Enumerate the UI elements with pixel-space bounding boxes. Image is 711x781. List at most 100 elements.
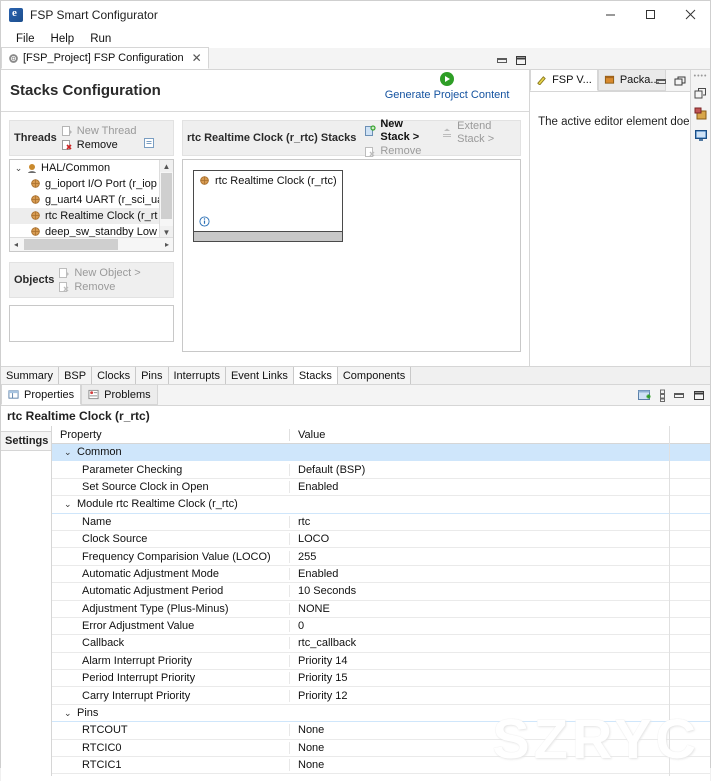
table-row[interactable]: ⌄ Module rtc Realtime Clock (r_rtc) (52, 496, 710, 513)
minimize-icon[interactable] (496, 55, 508, 66)
tree-horizontal-scrollbar[interactable]: ◂ ▸ (10, 237, 173, 251)
objects-list[interactable] (9, 305, 174, 342)
table-row[interactable]: Clock Source LOCO (52, 531, 710, 548)
tree-item-hal-common[interactable]: ⌄ HAL/Common (10, 160, 160, 176)
property-value[interactable]: None (289, 742, 710, 754)
table-row[interactable]: Parameter Checking Default (BSP) (52, 461, 710, 478)
menu-run[interactable]: Run (82, 31, 119, 47)
property-value[interactable]: Default (BSP) (289, 464, 710, 476)
remove-object-button[interactable]: Remove (58, 281, 140, 294)
new-object-button[interactable]: New Object > (58, 267, 140, 280)
view-menu-icon[interactable] (660, 389, 665, 402)
table-row[interactable]: Set Source Clock in Open Enabled (52, 479, 710, 496)
property-value[interactable]: rtc_callback (289, 637, 710, 649)
scroll-left-icon[interactable]: ◂ (10, 238, 22, 250)
menu-help[interactable]: Help (43, 31, 83, 47)
minimize-button[interactable] (590, 1, 630, 28)
extend-stack-button[interactable]: Extend Stack > (441, 120, 516, 146)
minimize-icon[interactable] (655, 76, 667, 87)
table-row[interactable]: ⌄ Common (52, 444, 710, 461)
restore-icon[interactable] (694, 87, 707, 100)
maximize-icon[interactable] (693, 390, 705, 401)
property-value[interactable]: rtc (289, 516, 710, 528)
tab-summary[interactable]: Summary (1, 367, 59, 384)
table-row[interactable]: Callback rtc_callback (52, 635, 710, 652)
property-value[interactable]: Priority 14 (289, 655, 710, 667)
property-value[interactable]: 0 (289, 620, 710, 632)
tree-vertical-scrollbar[interactable]: ▲ ▼ (159, 160, 173, 238)
info-icon[interactable] (199, 216, 210, 227)
scroll-thumb[interactable] (161, 173, 172, 219)
remove-stack-button[interactable]: Remove (364, 145, 431, 158)
property-value[interactable]: Priority 15 (289, 672, 710, 684)
tree-item-g-ioport[interactable]: g_ioport I/O Port (r_iop (10, 176, 160, 192)
table-row[interactable]: Frequency Comparision Value (LOCO) 255 (52, 548, 710, 565)
table-row[interactable]: Adjustment Type (Plus-Minus) NONE (52, 601, 710, 618)
view-drag-handle[interactable]: •••• (694, 73, 708, 80)
new-stack-button[interactable]: New Stack > (364, 118, 431, 144)
table-row[interactable]: Alarm Interrupt Priority Priority 14 (52, 653, 710, 670)
tree-item-deep-sw-standby[interactable]: deep_sw_standby Low (10, 224, 160, 238)
new-thread-button[interactable]: New Thread (61, 125, 137, 138)
table-row[interactable]: Error Adjustment Value 0 (52, 618, 710, 635)
table-end-column (669, 426, 710, 776)
chevron-down-icon[interactable]: ⌄ (14, 163, 23, 174)
table-row[interactable]: Name rtc (52, 514, 710, 531)
tab-components[interactable]: Components (338, 367, 411, 384)
new-properties-view-icon[interactable] (638, 389, 652, 402)
table-row[interactable]: ⌄ Pins (52, 705, 710, 722)
property-value[interactable]: None (289, 724, 710, 736)
tab-event-links[interactable]: Event Links (226, 367, 294, 384)
minimize-icon[interactable] (673, 390, 685, 401)
property-value[interactable]: LOCO (289, 533, 710, 545)
tab-pins[interactable]: Pins (136, 367, 168, 384)
tab-fsp-configuration[interactable]: [FSP_Project] FSP Configuration ✕ (1, 47, 209, 69)
table-row[interactable]: RTCIC2 None (52, 774, 710, 776)
collapse-all-button[interactable] (143, 137, 155, 149)
tab-bsp[interactable]: BSP (59, 367, 92, 384)
table-row[interactable]: Carry Interrupt Priority Priority 12 (52, 687, 710, 704)
scroll-thumb-horizontal[interactable] (24, 239, 118, 250)
close-icon[interactable]: ✕ (192, 51, 202, 65)
property-value[interactable]: 10 Seconds (289, 585, 710, 597)
property-value[interactable]: 255 (289, 551, 710, 563)
close-button[interactable] (670, 1, 710, 28)
property-value[interactable]: None (289, 759, 710, 771)
tab-fsp-visualization[interactable]: FSP V... (530, 69, 598, 91)
table-row[interactable]: Period Interrupt Priority Priority 15 (52, 670, 710, 687)
tab-properties[interactable]: Properties (1, 384, 81, 405)
table-row[interactable]: RTCIC0 None (52, 740, 710, 757)
extend-stack-icon (441, 127, 453, 139)
scroll-right-icon[interactable]: ▸ (161, 238, 173, 250)
chevron-down-icon[interactable]: ⌄ (64, 708, 73, 719)
property-value[interactable]: Priority 12 (289, 690, 710, 702)
stacks-canvas[interactable]: rtc Realtime Clock (r_rtc) (182, 159, 521, 352)
settings-tab[interactable]: Settings (1, 431, 51, 451)
threads-tree[interactable]: ⌄ HAL/Common g_ioport I/O Port ( (9, 159, 174, 252)
table-row[interactable]: RTCIC1 None (52, 757, 710, 774)
tab-clocks[interactable]: Clocks (92, 367, 136, 384)
package-explorer-icon[interactable] (694, 107, 708, 121)
maximize-button[interactable] (630, 1, 670, 28)
maximize-icon[interactable] (515, 55, 527, 66)
property-value[interactable]: Enabled (289, 568, 710, 580)
table-row[interactable]: Automatic Adjustment Mode Enabled (52, 566, 710, 583)
table-row[interactable]: Automatic Adjustment Period 10 Seconds (52, 583, 710, 600)
generate-project-content-button[interactable]: Generate Project Content (372, 72, 522, 101)
tab-problems[interactable]: Problems (81, 384, 157, 405)
remove-thread-button[interactable]: Remove (61, 139, 137, 152)
property-value[interactable]: Enabled (289, 481, 710, 493)
scroll-up-icon[interactable]: ▲ (160, 160, 173, 172)
table-row[interactable]: RTCOUT None (52, 722, 710, 739)
tree-item-g-uart4[interactable]: g_uart4 UART (r_sci_ua (10, 192, 160, 208)
stack-module-rtc[interactable]: rtc Realtime Clock (r_rtc) (193, 170, 343, 242)
chevron-down-icon[interactable]: ⌄ (64, 447, 73, 458)
menu-file[interactable]: File (8, 31, 43, 47)
tree-item-rtc[interactable]: rtc Realtime Clock (r_rt (10, 208, 160, 224)
tab-stacks[interactable]: Stacks (294, 367, 338, 384)
property-value[interactable]: NONE (289, 603, 710, 615)
restore-icon[interactable] (674, 76, 686, 87)
tab-interrupts[interactable]: Interrupts (169, 367, 226, 384)
console-icon[interactable] (694, 128, 708, 142)
chevron-down-icon[interactable]: ⌄ (64, 499, 73, 510)
